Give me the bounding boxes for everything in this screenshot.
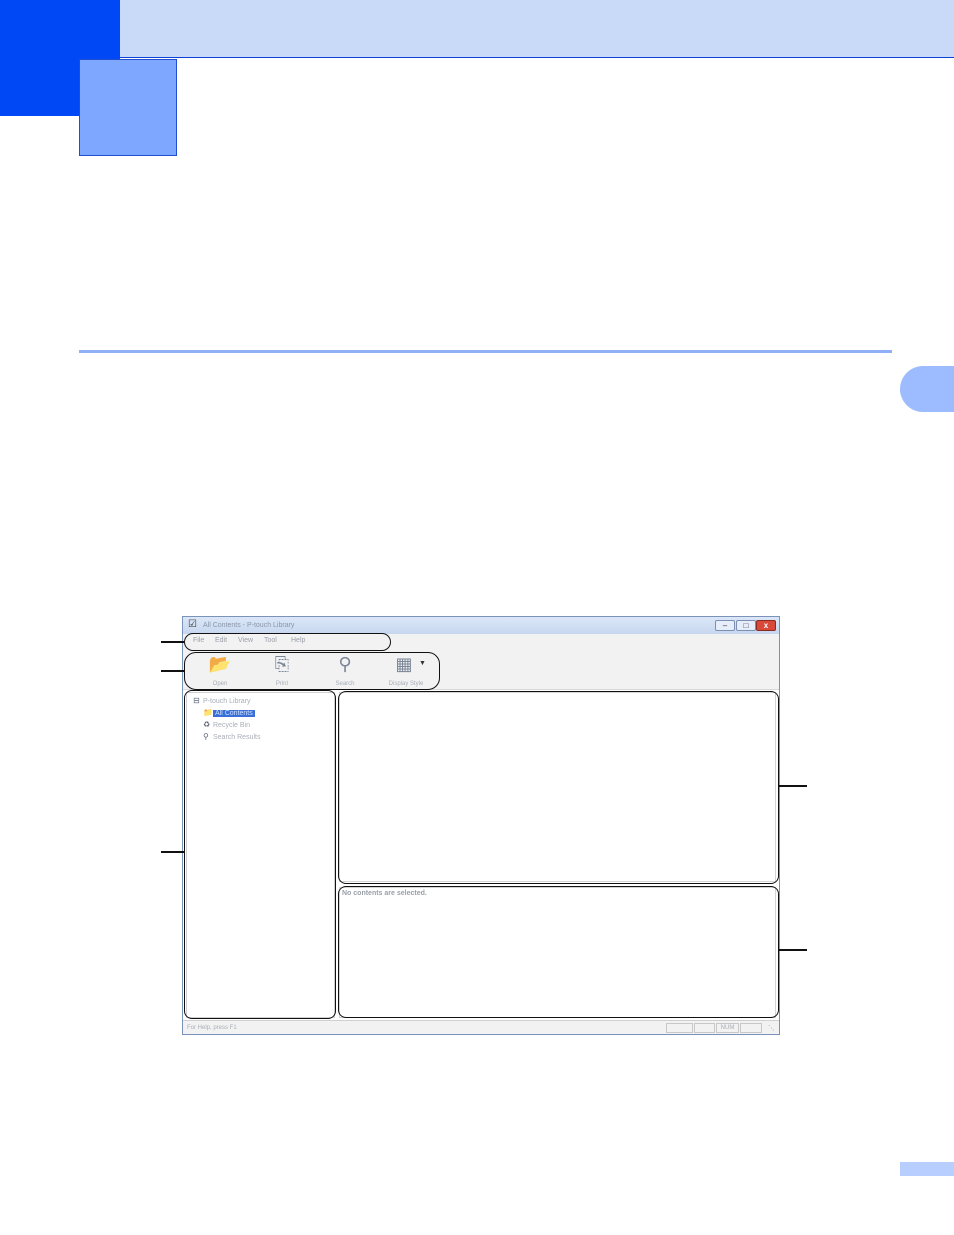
p-touch-library-icon: ☑	[188, 619, 197, 630]
status-help-text: For Help, press F1	[187, 1025, 237, 1031]
chapter-side-tab	[900, 366, 954, 412]
leader-line-list	[779, 785, 807, 787]
callout-toolbar	[184, 652, 440, 690]
header-band	[0, 0, 954, 58]
leader-line-preview	[779, 949, 807, 951]
minimize-button[interactable]: –	[715, 620, 735, 631]
window-title: All Contents - P-touch Library	[203, 622, 295, 629]
section-rule	[79, 350, 892, 353]
status-num-indicator: NUM	[716, 1023, 739, 1033]
status-bar: For Help, press F1 NUM ⋱	[183, 1020, 779, 1034]
callout-folder-tree	[184, 690, 336, 1019]
leader-line-menu	[161, 641, 184, 643]
maximize-button[interactable]: □	[736, 620, 756, 631]
resize-grip-icon[interactable]: ⋱	[768, 1024, 775, 1032]
title-bar: ☑ All Contents - P-touch Library – □ x	[183, 617, 779, 634]
status-cell-1	[666, 1023, 693, 1033]
callout-contents-list	[338, 691, 779, 884]
status-cell-2	[694, 1023, 715, 1033]
status-cell-4	[740, 1023, 762, 1033]
leader-line-tree	[161, 851, 184, 853]
page-number-tab	[900, 1162, 954, 1176]
callout-menu-bar	[184, 633, 391, 651]
leader-line-toolbar	[161, 670, 184, 672]
chapter-number-box	[79, 59, 177, 156]
close-button[interactable]: x	[756, 620, 776, 631]
callout-preview	[338, 886, 779, 1018]
